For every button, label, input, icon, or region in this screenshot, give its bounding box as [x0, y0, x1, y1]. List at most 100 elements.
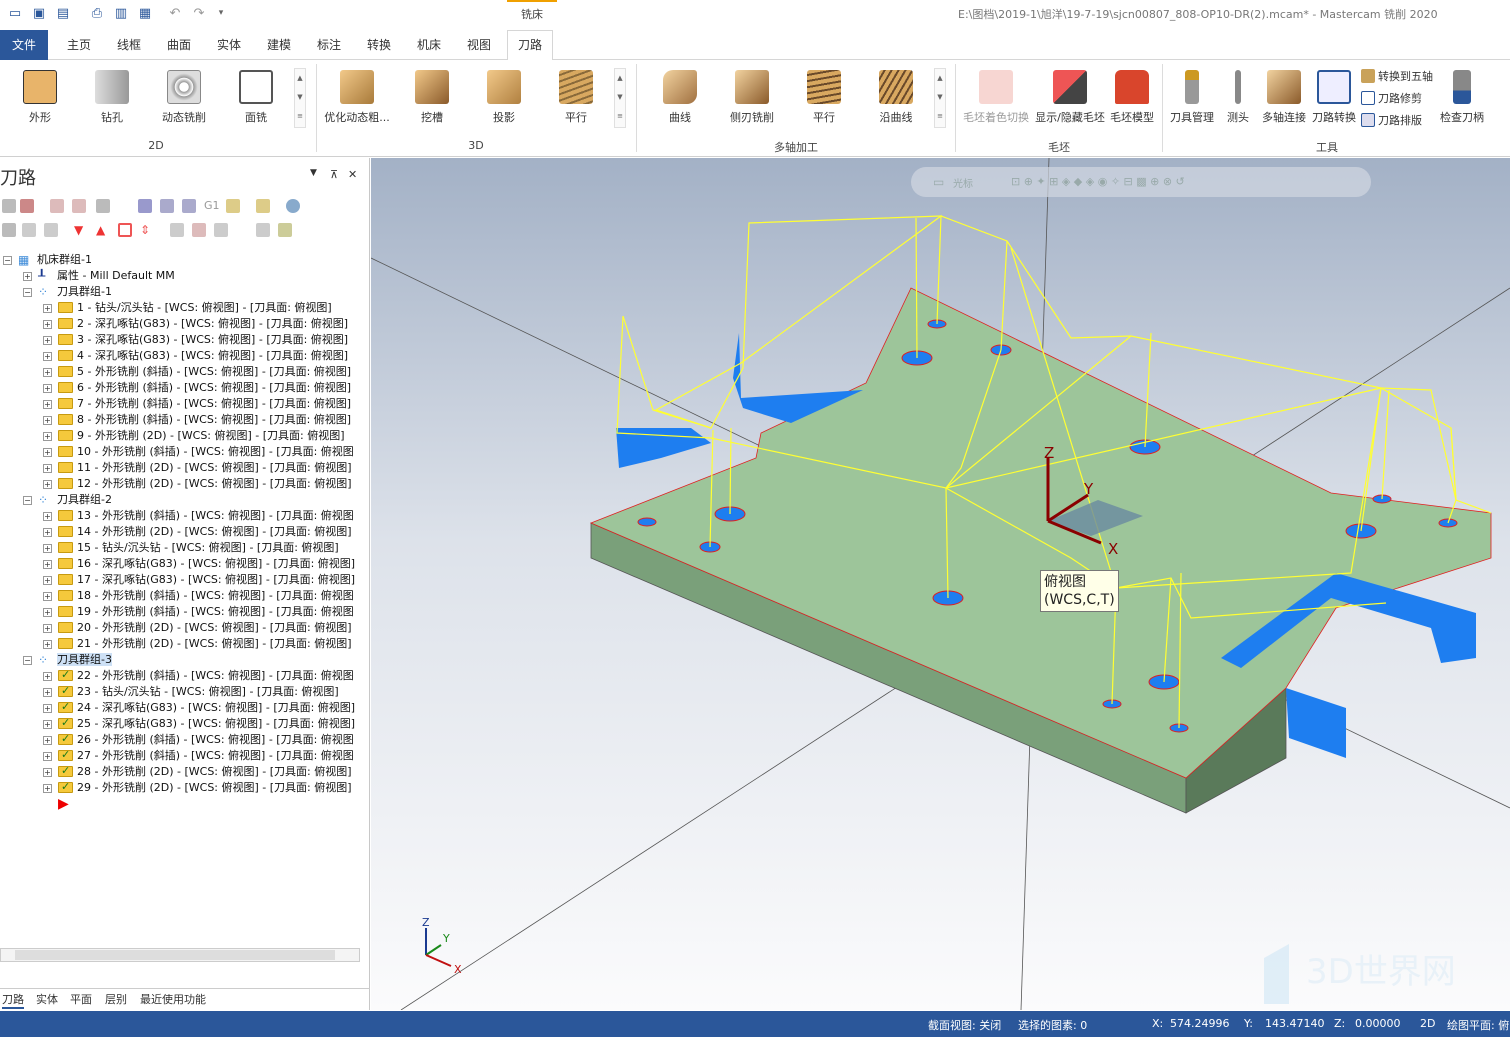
panel-close-icon[interactable]: ✕: [348, 168, 357, 181]
tab-toolpaths-panel[interactable]: 刀路: [2, 991, 24, 1009]
multiaxis-linking-button[interactable]: 多轴连接: [1258, 66, 1310, 130]
expand-toggle-icon[interactable]: +: [43, 304, 52, 313]
expand-toggle-icon[interactable]: −: [3, 256, 12, 265]
machine-group-node[interactable]: − ▦ 机床群组-1: [3, 252, 92, 268]
cursor-snap-label[interactable]: 光标: [953, 175, 973, 190]
along-curve-button[interactable]: 沿曲线: [863, 66, 929, 130]
convert-to-5axis-button[interactable]: 转换到五轴: [1361, 66, 1433, 86]
tab-solids[interactable]: 实体: [208, 30, 250, 60]
operation-node[interactable]: +21 - 外形铣削 (2D) - [WCS: 俯视图] - [刀具面: 俯视图…: [43, 636, 352, 652]
expand-toggle-icon[interactable]: +: [43, 544, 52, 553]
regenerate-dirty-icon[interactable]: [72, 199, 86, 213]
expand-toggle-icon[interactable]: +: [43, 768, 52, 777]
operation-node[interactable]: +27 - 外形铣削 (斜插) - [WCS: 俯视图] - [刀具面: 俯视图: [43, 747, 354, 764]
expand-toggle-icon[interactable]: +: [43, 384, 52, 393]
expand-toggle-icon[interactable]: +: [23, 272, 32, 281]
copy-icon[interactable]: [192, 223, 206, 237]
operation-node[interactable]: +1 - 钻头/沉头钻 - [WCS: 俯视图] - [刀具面: 俯视图]: [43, 300, 332, 316]
undo-icon[interactable]: ↶: [166, 4, 184, 22]
expand-toggle-icon[interactable]: +: [43, 432, 52, 441]
open-icon[interactable]: ▤: [54, 4, 72, 22]
check-holder-button[interactable]: 检查刀柄: [1436, 66, 1488, 130]
stock-shading-button[interactable]: 毛坯着色切换: [960, 66, 1032, 130]
expand-toggle-icon[interactable]: +: [43, 448, 52, 457]
tab-surfaces[interactable]: 曲面: [158, 30, 200, 60]
tab-transform[interactable]: 转换: [358, 30, 400, 60]
z-coord-value[interactable]: 0.00000: [1355, 1017, 1401, 1030]
operation-node[interactable]: +28 - 外形铣削 (2D) - [WCS: 俯视图] - [刀具面: 俯视图…: [43, 763, 352, 780]
tab-model-prep[interactable]: 建模: [258, 30, 300, 60]
tab-planes-panel[interactable]: 平面: [70, 991, 92, 1007]
expand-toggle-icon[interactable]: +: [43, 704, 52, 713]
properties-node[interactable]: + ┸ 属性 - Mill Default MM: [23, 268, 175, 284]
operation-node[interactable]: +3 - 深孔啄钻(G83) - [WCS: 俯视图] - [刀具面: 俯视图]: [43, 332, 348, 348]
expand-toggle-icon[interactable]: +: [43, 672, 52, 681]
ribbon-gallery-2d-scroll[interactable]: ▲ ▼ ≡: [294, 68, 306, 128]
tab-levels-panel[interactable]: 层别: [105, 991, 127, 1007]
expand-toggle-icon[interactable]: −: [23, 496, 32, 505]
tab-wireframe[interactable]: 线框: [108, 30, 150, 60]
expand-toggle-icon[interactable]: +: [43, 784, 52, 793]
operation-node[interactable]: +29 - 外形铣削 (2D) - [WCS: 俯视图] - [刀具面: 俯视图…: [43, 779, 352, 796]
probe-button[interactable]: 测头: [1218, 66, 1258, 130]
expand-toggle-icon[interactable]: −: [23, 656, 32, 665]
operation-node[interactable]: +8 - 外形铣削 (斜插) - [WCS: 俯视图] - [刀具面: 俯视图]: [43, 412, 351, 428]
select-dirty-icon[interactable]: [50, 199, 64, 213]
save-as-icon[interactable]: ▥: [112, 4, 130, 22]
expand-toggle-icon[interactable]: +: [43, 640, 52, 649]
dynamic-mill-button[interactable]: 动态铣削: [151, 66, 217, 130]
expand-toggle-icon[interactable]: −: [23, 288, 32, 297]
operation-node[interactable]: +11 - 外形铣削 (2D) - [WCS: 俯视图] - [刀具面: 俯视图…: [43, 460, 352, 476]
tool-manager-button[interactable]: 刀具管理: [1166, 66, 1218, 130]
print-icon[interactable]: ⎙: [88, 4, 106, 22]
operation-node[interactable]: +19 - 外形铣削 (斜插) - [WCS: 俯视图] - [刀具面: 俯视图: [43, 604, 354, 620]
operation-node[interactable]: +16 - 深孔啄钻(G83) - [WCS: 俯视图] - [刀具面: 俯视图…: [43, 556, 355, 572]
toggle-post-icon[interactable]: [22, 223, 36, 237]
operation-node[interactable]: +25 - 深孔啄钻(G83) - [WCS: 俯视图] - [刀具面: 俯视图…: [43, 715, 355, 732]
section-view-status[interactable]: 截面视图: 关闭: [928, 1017, 1001, 1033]
expand-toggle-icon[interactable]: +: [43, 480, 52, 489]
stock-model-button[interactable]: 毛坯模型: [1106, 66, 1158, 130]
customize-quick-access-icon[interactable]: ▾: [212, 4, 230, 22]
move-down-icon[interactable]: ▼: [74, 223, 88, 237]
tab-view[interactable]: 视图: [458, 30, 500, 60]
operation-node[interactable]: +2 - 深孔啄钻(G83) - [WCS: 俯视图] - [刀具面: 俯视图]: [43, 316, 348, 332]
tab-home[interactable]: 主页: [58, 30, 100, 60]
properties-icon[interactable]: ▦: [136, 4, 154, 22]
lock-icon[interactable]: [2, 223, 16, 237]
ghost-icon[interactable]: [44, 223, 58, 237]
operation-node[interactable]: +22 - 外形铣削 (斜插) - [WCS: 俯视图] - [刀具面: 俯视图: [43, 667, 354, 684]
collapse-icon[interactable]: [278, 223, 292, 237]
save-icon[interactable]: ▣: [30, 4, 48, 22]
operation-node[interactable]: +26 - 外形铣削 (斜插) - [WCS: 俯视图] - [刀具面: 俯视图: [43, 731, 354, 748]
insert-arrow-icon[interactable]: [118, 223, 132, 237]
tab-toolpaths[interactable]: 刀路: [507, 30, 553, 61]
tab-recent-functions-panel[interactable]: 最近使用功能: [140, 991, 206, 1007]
expand-toggle-icon[interactable]: +: [43, 576, 52, 585]
viewport-floating-toolbar[interactable]: ▭ 光标 ⊡ ⊕ ✦ ⊞ ◈ ◆ ◈ ◉ ✧ ⊟ ▩ ⊕ ⊗ ↺: [911, 167, 1371, 197]
mode-2d-3d-toggle[interactable]: 2D: [1420, 1017, 1435, 1030]
drill-button[interactable]: 钻孔: [79, 66, 145, 130]
scrollbar-thumb[interactable]: [15, 950, 335, 960]
construction-plane-status[interactable]: 绘图平面: 俯: [1447, 1017, 1509, 1033]
operation-node[interactable]: +12 - 外形铣削 (2D) - [WCS: 俯视图] - [刀具面: 俯视图…: [43, 476, 352, 492]
verify-icon[interactable]: [182, 199, 196, 213]
expand-toggle-icon[interactable]: +: [43, 752, 52, 761]
expand-icon[interactable]: [256, 223, 270, 237]
operation-node[interactable]: +18 - 外形铣削 (斜插) - [WCS: 俯视图] - [刀具面: 俯视图: [43, 588, 354, 604]
scroll-to-insert-icon[interactable]: ⇕: [140, 223, 154, 237]
project-button[interactable]: 投影: [471, 66, 537, 130]
sort-icon[interactable]: [214, 223, 228, 237]
expand-toggle-icon[interactable]: +: [43, 320, 52, 329]
tree-horizontal-scrollbar[interactable]: [0, 948, 360, 962]
trim-toolpath-button[interactable]: 刀路修剪: [1361, 88, 1422, 108]
face-button[interactable]: 面铣: [223, 66, 289, 130]
expand-toggle-icon[interactable]: +: [43, 352, 52, 361]
deselect-ops-icon[interactable]: [20, 199, 34, 213]
redo-icon[interactable]: ↷: [190, 4, 208, 22]
panel-menu-icon[interactable]: ▼: [310, 168, 317, 178]
panel-pin-icon[interactable]: ⊼: [330, 168, 338, 181]
optirough-button[interactable]: 优化动态粗...: [324, 66, 390, 130]
expand-toggle-icon[interactable]: +: [43, 688, 52, 697]
tool-group-node[interactable]: − ⁘ 刀具群组-2: [23, 492, 112, 508]
